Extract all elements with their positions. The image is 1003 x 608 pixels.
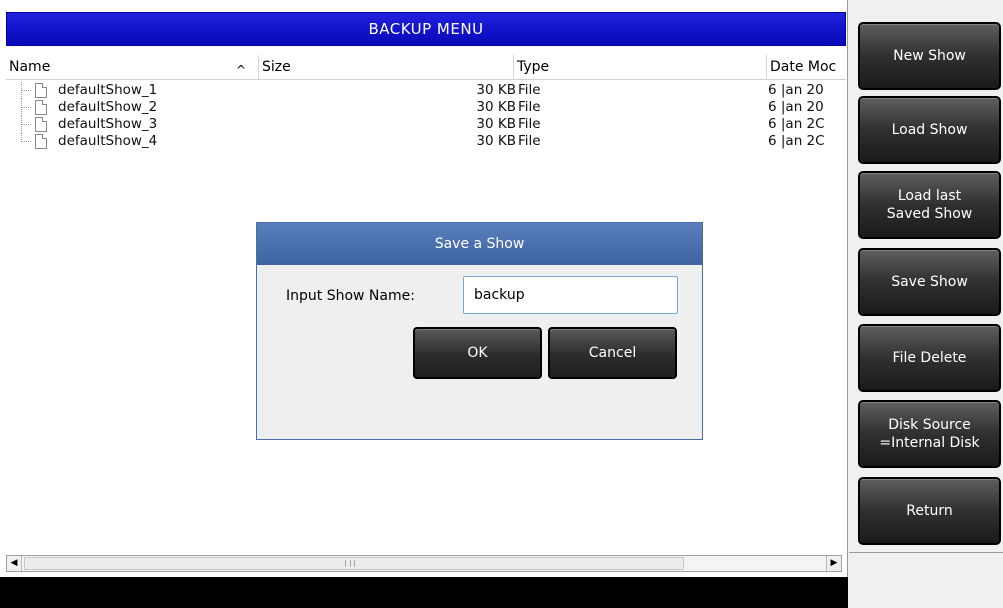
column-header-row: Name ^ Size Type Date Moc bbox=[6, 55, 846, 80]
file-date: 6 |an 2C bbox=[768, 133, 825, 149]
file-date: 6 |an 20 bbox=[768, 82, 824, 98]
return-button[interactable]: Return bbox=[858, 477, 1001, 545]
file-size: 30 KB bbox=[476, 116, 516, 132]
file-delete-button[interactable]: File Delete bbox=[858, 324, 1001, 392]
cancel-button[interactable]: Cancel bbox=[548, 327, 677, 379]
menu-title-bar: BACKUP MENU bbox=[6, 12, 846, 46]
file-size: 30 KB bbox=[476, 99, 516, 115]
file-size: 30 KB bbox=[476, 82, 516, 98]
ok-button[interactable]: OK bbox=[413, 327, 542, 379]
file-icon bbox=[35, 117, 47, 132]
file-type: File bbox=[518, 116, 541, 132]
file-type: File bbox=[518, 99, 541, 115]
scroll-right-arrow-icon[interactable]: ▶ bbox=[826, 556, 841, 571]
column-header-size-label: Size bbox=[262, 59, 291, 75]
file-date: 6 |an 2C bbox=[768, 116, 825, 132]
file-name: defaultShow_1 bbox=[58, 82, 158, 98]
horizontal-scrollbar[interactable]: ◀ ▶ bbox=[6, 555, 842, 572]
column-header-name[interactable]: Name ^ bbox=[6, 55, 258, 80]
column-header-type[interactable]: Type bbox=[513, 55, 766, 80]
file-row[interactable]: defaultShow_1 30 KB File 6 |an 20 bbox=[6, 82, 846, 99]
column-header-name-label: Name bbox=[9, 59, 51, 75]
show-name-label: Input Show Name: bbox=[286, 288, 415, 304]
dialog-title-bar[interactable]: Save a Show bbox=[257, 223, 702, 265]
dialog-title: Save a Show bbox=[434, 236, 525, 252]
file-icon bbox=[35, 100, 47, 115]
disk-source-button[interactable]: Disk Source =Internal Disk bbox=[858, 400, 1001, 468]
file-row[interactable]: defaultShow_3 30 KB File 6 |an 2C bbox=[6, 116, 846, 133]
column-header-date-label: Date Moc bbox=[770, 59, 837, 75]
file-type: File bbox=[518, 133, 541, 149]
file-row[interactable]: defaultShow_2 30 KB File 6 |an 20 bbox=[6, 99, 846, 116]
load-last-saved-show-button[interactable]: Load last Saved Show bbox=[858, 171, 1001, 239]
file-date: 6 |an 20 bbox=[768, 99, 824, 115]
file-browser-panel: BACKUP MENU Name ^ Size Type Date Moc de… bbox=[0, 0, 848, 608]
panel-divider bbox=[849, 552, 1003, 553]
menu-title: BACKUP MENU bbox=[368, 20, 484, 38]
file-icon bbox=[35, 134, 47, 149]
side-button-panel: New Show Load Show Load last Saved Show … bbox=[849, 0, 1003, 608]
show-name-input[interactable] bbox=[463, 276, 678, 314]
status-bar bbox=[0, 577, 848, 608]
file-size: 30 KB bbox=[476, 133, 516, 149]
file-name: defaultShow_3 bbox=[58, 116, 158, 132]
file-type: File bbox=[518, 82, 541, 98]
tree-connector bbox=[18, 133, 32, 150]
column-header-type-label: Type bbox=[517, 59, 550, 75]
tree-connector bbox=[18, 82, 32, 99]
scroll-thumb[interactable] bbox=[24, 557, 684, 570]
scroll-left-arrow-icon[interactable]: ◀ bbox=[7, 556, 22, 571]
column-header-date[interactable]: Date Moc bbox=[766, 55, 846, 80]
load-show-button[interactable]: Load Show bbox=[858, 96, 1001, 164]
file-icon bbox=[35, 83, 47, 98]
scroll-grip-icon bbox=[345, 560, 355, 567]
tree-connector bbox=[18, 99, 32, 116]
save-show-dialog: Save a Show Input Show Name: OK Cancel bbox=[256, 222, 703, 440]
file-name: defaultShow_2 bbox=[58, 99, 158, 115]
file-name: defaultShow_4 bbox=[58, 133, 158, 149]
file-list: defaultShow_1 30 KB File 6 |an 20 defaul… bbox=[6, 82, 846, 150]
column-header-size[interactable]: Size bbox=[258, 55, 513, 80]
new-show-button[interactable]: New Show bbox=[858, 22, 1001, 90]
file-row[interactable]: defaultShow_4 30 KB File 6 |an 2C bbox=[6, 133, 846, 150]
tree-connector bbox=[18, 116, 32, 133]
sort-ascending-icon: ^ bbox=[236, 63, 247, 77]
save-show-button[interactable]: Save Show bbox=[858, 248, 1001, 316]
